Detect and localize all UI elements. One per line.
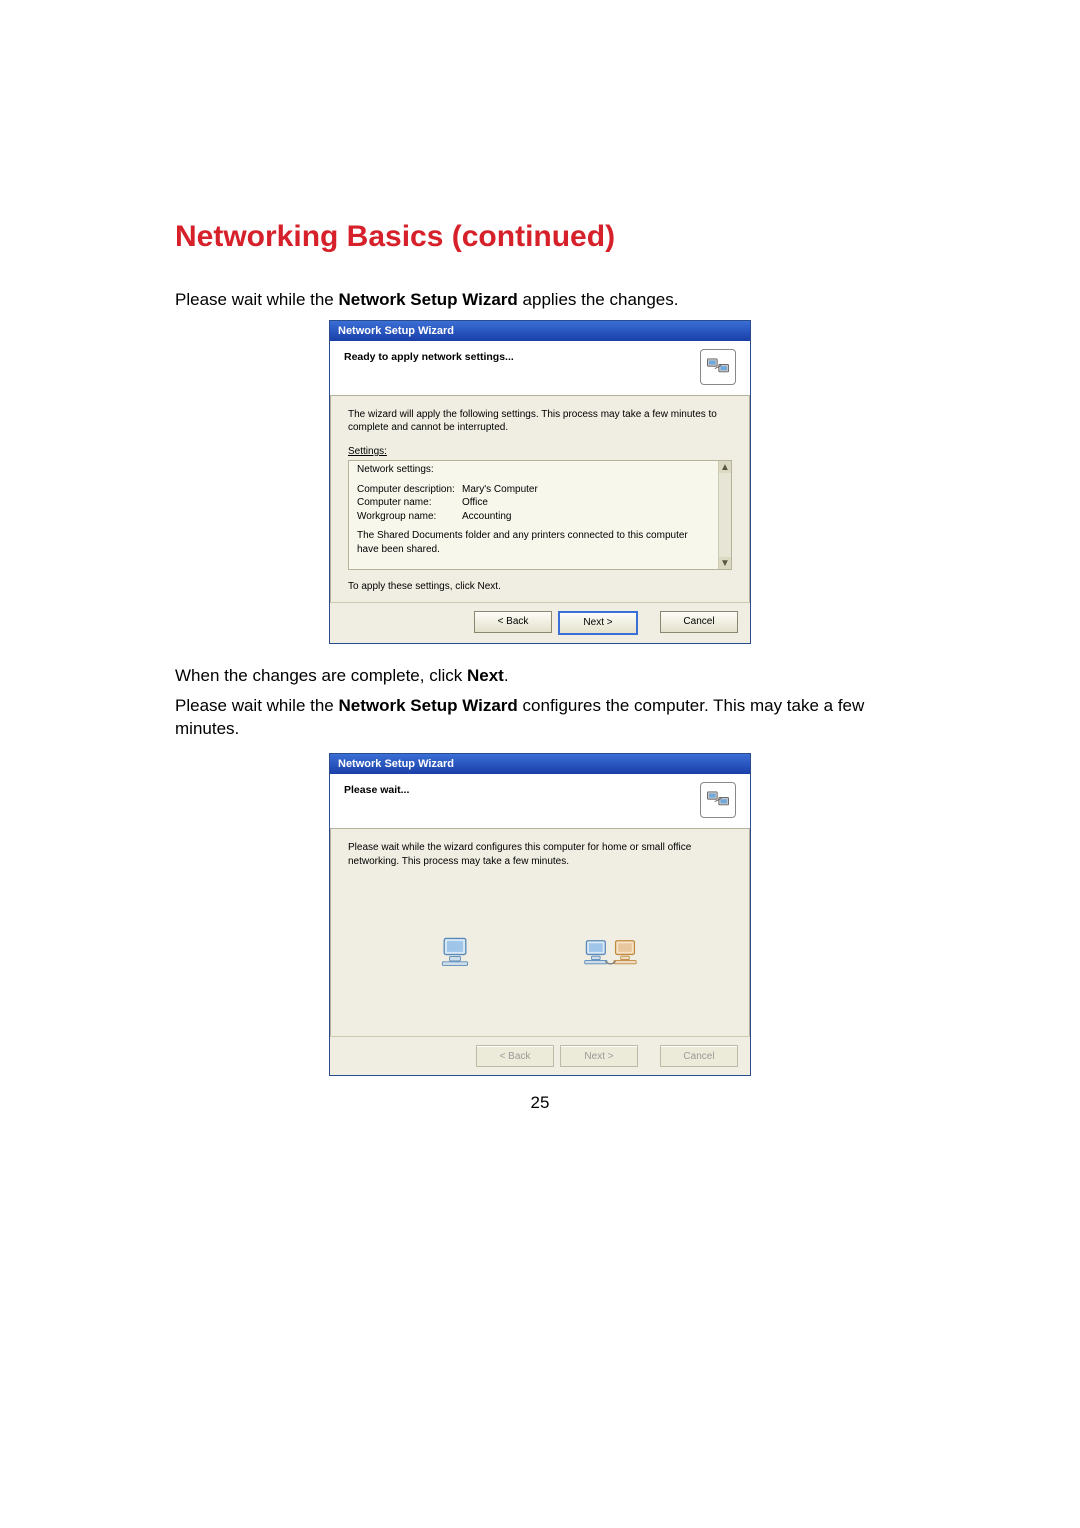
wizard-footer: < Back Next > Cancel	[330, 1036, 750, 1075]
back-button-label: < Back	[500, 1051, 531, 1062]
mid-1c: .	[504, 666, 509, 685]
settings-row-name: Computer name: Office	[357, 496, 721, 510]
settings-row-workgroup: Workgroup name: Accounting	[357, 510, 721, 524]
wizard-please-wait: Network Setup Wizard Please wait... Plea…	[329, 753, 751, 1076]
wizard-body: The wizard will apply the following sett…	[330, 396, 750, 602]
wizard-header-text: Please wait...	[344, 782, 409, 796]
scroll-down-icon[interactable]: ▼	[719, 557, 731, 569]
settings-val: Office	[462, 496, 721, 510]
intro-1b: Network Setup Wizard	[338, 290, 517, 309]
cancel-button-label: Cancel	[683, 1051, 714, 1062]
wizard-titlebar: Network Setup Wizard	[330, 321, 750, 341]
settings-key: Workgroup name:	[357, 510, 462, 524]
back-button-label: < Back	[498, 616, 529, 627]
next-button-label: Next >	[584, 1051, 613, 1062]
back-button[interactable]: < Back	[474, 611, 552, 633]
mid-1b: Next	[467, 666, 504, 685]
settings-shared-text: The Shared Documents folder and any prin…	[357, 529, 721, 556]
mid-text-1: When the changes are complete, click Nex…	[175, 664, 905, 688]
wizard-footer: < Back Next > Cancel	[330, 602, 750, 643]
next-button-label: Next >	[583, 617, 612, 628]
wizard-apply-text: To apply these settings, click Next.	[348, 580, 732, 594]
wizard-body: Please wait while the wizard configures …	[330, 829, 750, 1036]
wizard-header-text: Ready to apply network settings...	[344, 349, 514, 363]
computer-icon	[437, 933, 473, 974]
intro-1c: applies the changes.	[518, 290, 679, 309]
wizard-instruction: The wizard will apply the following sett…	[348, 408, 732, 435]
document-page: Networking Basics (continued) Please wai…	[0, 0, 1080, 1528]
intro-2a: Please wait while the	[175, 696, 338, 715]
scroll-up-icon[interactable]: ▲	[719, 461, 731, 473]
cancel-button-label: Cancel	[683, 616, 714, 627]
settings-key: Computer description:	[357, 483, 462, 497]
computer-pair-icon	[583, 931, 643, 976]
cancel-button: Cancel	[660, 1045, 738, 1067]
settings-val: Mary's Computer	[462, 483, 721, 497]
cancel-button[interactable]: Cancel	[660, 611, 738, 633]
back-button: < Back	[476, 1045, 554, 1067]
wizard-wait-text: Please wait while the wizard configures …	[348, 841, 732, 868]
network-devices-icon	[700, 349, 736, 385]
page-title: Networking Basics (continued)	[175, 220, 905, 254]
intro-text-1: Please wait while the Network Setup Wiza…	[175, 288, 905, 312]
settings-key: Computer name:	[357, 496, 462, 510]
wizard-header: Ready to apply network settings...	[330, 341, 750, 396]
wizard-ready-to-apply: Network Setup Wizard Ready to apply netw…	[329, 320, 751, 644]
wizard-header: Please wait...	[330, 774, 750, 829]
wizard-titlebar: Network Setup Wizard	[330, 754, 750, 774]
settings-row-desc: Computer description: Mary's Computer	[357, 483, 721, 497]
settings-panel: Network settings: Computer description: …	[348, 460, 732, 570]
network-devices-icon	[700, 782, 736, 818]
intro-text-2: Please wait while the Network Setup Wiza…	[175, 694, 905, 742]
settings-label: Settings:	[348, 445, 732, 459]
wait-animation-area	[348, 878, 732, 1028]
scrollbar[interactable]: ▲ ▼	[718, 461, 731, 569]
settings-val: Accounting	[462, 510, 721, 524]
next-button: Next >	[560, 1045, 638, 1067]
intro-1a: Please wait while the	[175, 290, 338, 309]
network-settings-label: Network settings:	[357, 463, 721, 477]
page-number: 25	[0, 1093, 1080, 1113]
next-button[interactable]: Next >	[558, 611, 638, 635]
mid-1a: When the changes are complete, click	[175, 666, 467, 685]
intro-2b: Network Setup Wizard	[338, 696, 517, 715]
